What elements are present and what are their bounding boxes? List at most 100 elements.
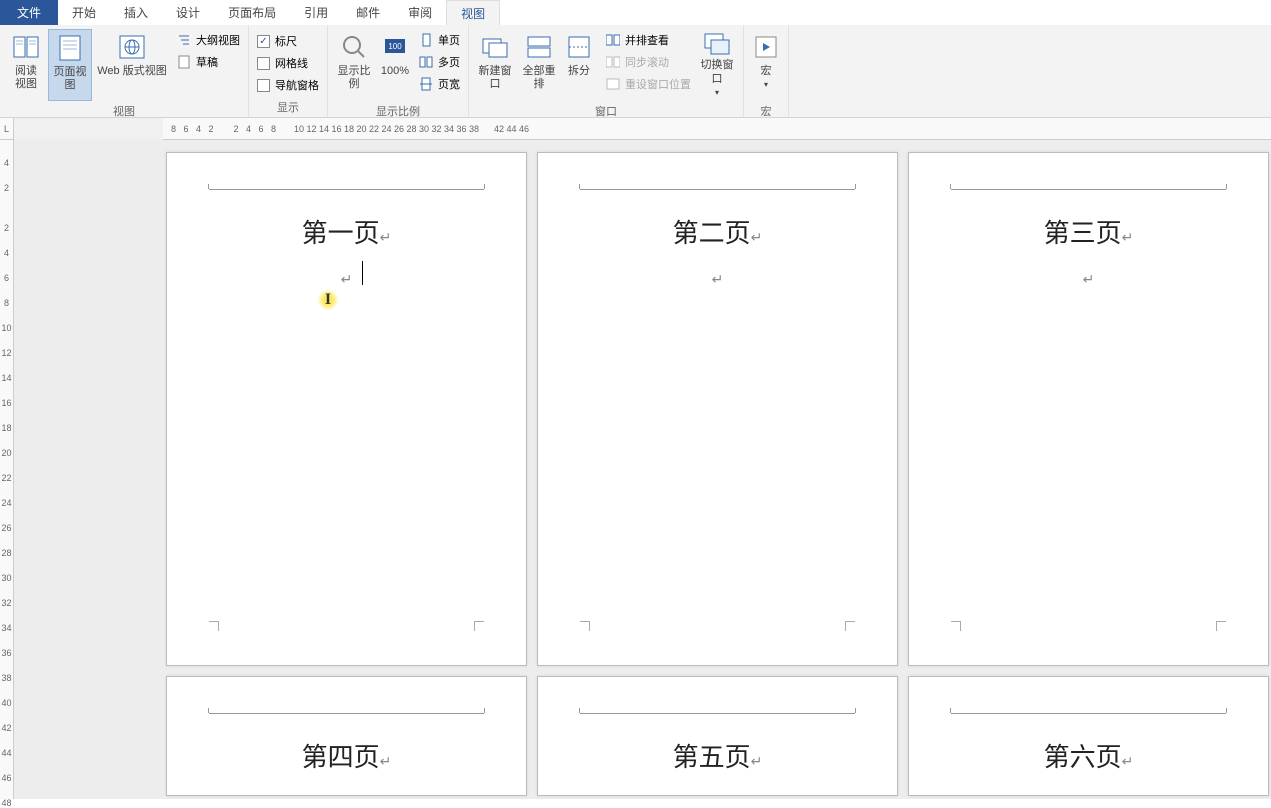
group-views-label: 视图 — [4, 101, 244, 119]
switch-window-button[interactable]: 切换窗口▾ — [695, 29, 739, 101]
checkbox-icon: ✓ — [257, 35, 270, 48]
new-window-button[interactable]: 新建窗口 — [473, 29, 517, 101]
split-button[interactable]: 拆分 — [561, 29, 597, 101]
tab-file[interactable]: 文件 — [0, 0, 58, 25]
reset-pos-icon — [605, 76, 621, 92]
group-window: 新建窗口 全部重排 拆分 并排查看 — [469, 25, 744, 117]
checkbox-icon — [257, 57, 270, 70]
group-zoom: 显示比例 100 100% 单页 多页 页宽 — [328, 25, 469, 117]
tab-layout[interactable]: 页面布局 — [214, 0, 290, 25]
header-boundary — [580, 189, 855, 190]
vertical-ruler[interactable]: 4224681012141618202224262830323436384042… — [0, 140, 14, 799]
side-by-side-button[interactable]: 并排查看 — [601, 29, 695, 51]
side-by-side-icon — [605, 32, 621, 48]
zoom-100-button[interactable]: 100 100% — [376, 29, 414, 101]
header-boundary — [951, 189, 1226, 190]
paragraph-mark: ↵ — [207, 272, 486, 289]
multi-page-icon — [418, 54, 434, 70]
paragraph-mark: ↵ — [578, 272, 857, 289]
tab-references[interactable]: 引用 — [290, 0, 342, 25]
svg-text:100: 100 — [388, 42, 402, 51]
group-window-label: 窗口 — [473, 101, 739, 119]
ruler-corner[interactable]: L — [0, 118, 14, 140]
margin-mark — [845, 621, 855, 631]
margin-mark — [580, 621, 590, 631]
dropdown-icon: ▾ — [715, 88, 719, 97]
outline-icon — [176, 32, 192, 48]
document-page[interactable]: 第二页↵ ↵ — [537, 152, 898, 666]
header-boundary — [209, 189, 484, 190]
page-title-text: 第六页↵ — [949, 737, 1228, 774]
group-show-label: 显示 — [253, 97, 323, 115]
page-title-text: 第三页↵ — [949, 213, 1228, 250]
margin-mark — [951, 621, 961, 631]
macro-icon — [750, 31, 782, 63]
page-width-button[interactable]: 页宽 — [414, 73, 464, 95]
hundred-icon: 100 — [379, 31, 411, 63]
header-boundary — [951, 713, 1226, 714]
dropdown-icon: ▾ — [764, 80, 768, 89]
arrange-all-button[interactable]: 全部重排 — [517, 29, 561, 101]
margin-mark — [209, 621, 219, 631]
margin-mark — [474, 621, 484, 631]
reset-window-pos-button: 重设窗口位置 — [601, 73, 695, 95]
ribbon: 阅读 视图 页面视图 Web 版式视图 大纲视图 — [0, 25, 1271, 118]
margin-mark — [1216, 621, 1226, 631]
reading-view-button[interactable]: 阅读 视图 — [4, 29, 48, 101]
group-show: ✓ 标尺 网格线 导航窗格 显示 — [249, 25, 328, 117]
document-page[interactable]: 第四页↵ — [166, 676, 527, 796]
page-title-text: 第二页↵ — [578, 213, 857, 250]
page-width-icon — [418, 76, 434, 92]
draft-view-button[interactable]: 草稿 — [172, 51, 244, 73]
page-title-text: 第四页↵ — [207, 737, 486, 774]
horizontal-ruler[interactable]: 8642246810121416182022242628303234363842… — [163, 118, 1271, 140]
page-view-icon — [54, 32, 86, 64]
tab-mail[interactable]: 邮件 — [342, 0, 394, 25]
multi-page-button[interactable]: 多页 — [414, 51, 464, 73]
group-macro-label: 宏 — [748, 101, 784, 119]
group-macro: 宏▾ 宏 — [744, 25, 789, 117]
paragraph-mark: ↵ — [949, 272, 1228, 289]
group-zoom-label: 显示比例 — [332, 101, 464, 119]
tab-view[interactable]: 视图 — [446, 0, 500, 25]
menu-tab-bar: 文件 开始 插入 设计 页面布局 引用 邮件 审阅 视图 — [0, 0, 1271, 25]
gridlines-checkbox[interactable]: 网格线 — [253, 52, 312, 74]
mouse-cursor-highlight: I — [317, 289, 339, 311]
one-page-button[interactable]: 单页 — [414, 29, 464, 51]
document-page[interactable]: 第三页↵ ↵ — [908, 152, 1269, 666]
draft-icon — [176, 54, 192, 70]
ruler-checkbox[interactable]: ✓ 标尺 — [253, 30, 301, 52]
page-title-text: 第五页↵ — [578, 737, 857, 774]
sync-scroll-button: 同步滚动 — [601, 51, 695, 73]
zoom-button[interactable]: 显示比例 — [332, 29, 376, 101]
outline-view-button[interactable]: 大纲视图 — [172, 29, 244, 51]
group-views: 阅读 视图 页面视图 Web 版式视图 大纲视图 — [0, 25, 249, 117]
header-boundary — [580, 713, 855, 714]
switch-window-icon — [701, 31, 733, 57]
page-title-text: 第一页↵ — [207, 213, 486, 250]
pages-viewport[interactable]: 第一页↵ ↵ I 第二页↵ ↵ 第三页↵ ↵ 第四页↵ 第五页↵ 第六页↵ — [14, 140, 1271, 799]
ibeam-cursor-icon: I — [325, 291, 331, 309]
document-page[interactable]: 第五页↵ — [537, 676, 898, 796]
reading-view-icon — [10, 31, 42, 63]
page-view-button[interactable]: 页面视图 — [48, 29, 92, 101]
sync-scroll-icon — [605, 54, 621, 70]
navpane-checkbox[interactable]: 导航窗格 — [253, 74, 323, 96]
document-page[interactable]: 第一页↵ ↵ I — [166, 152, 527, 666]
magnifier-icon — [338, 31, 370, 63]
text-caret — [362, 261, 363, 285]
new-window-icon — [479, 31, 511, 63]
web-layout-button[interactable]: Web 版式视图 — [92, 29, 172, 101]
document-area: L 86422468101214161820222426283032343638… — [0, 118, 1271, 799]
tab-insert[interactable]: 插入 — [110, 0, 162, 25]
header-boundary — [209, 713, 484, 714]
arrange-all-icon — [523, 31, 555, 63]
document-page[interactable]: 第六页↵ — [908, 676, 1269, 796]
web-layout-icon — [116, 31, 148, 63]
one-page-icon — [418, 32, 434, 48]
tab-review[interactable]: 审阅 — [394, 0, 446, 25]
split-icon — [563, 31, 595, 63]
tab-home[interactable]: 开始 — [58, 0, 110, 25]
macro-button[interactable]: 宏▾ — [748, 29, 784, 101]
tab-design[interactable]: 设计 — [162, 0, 214, 25]
